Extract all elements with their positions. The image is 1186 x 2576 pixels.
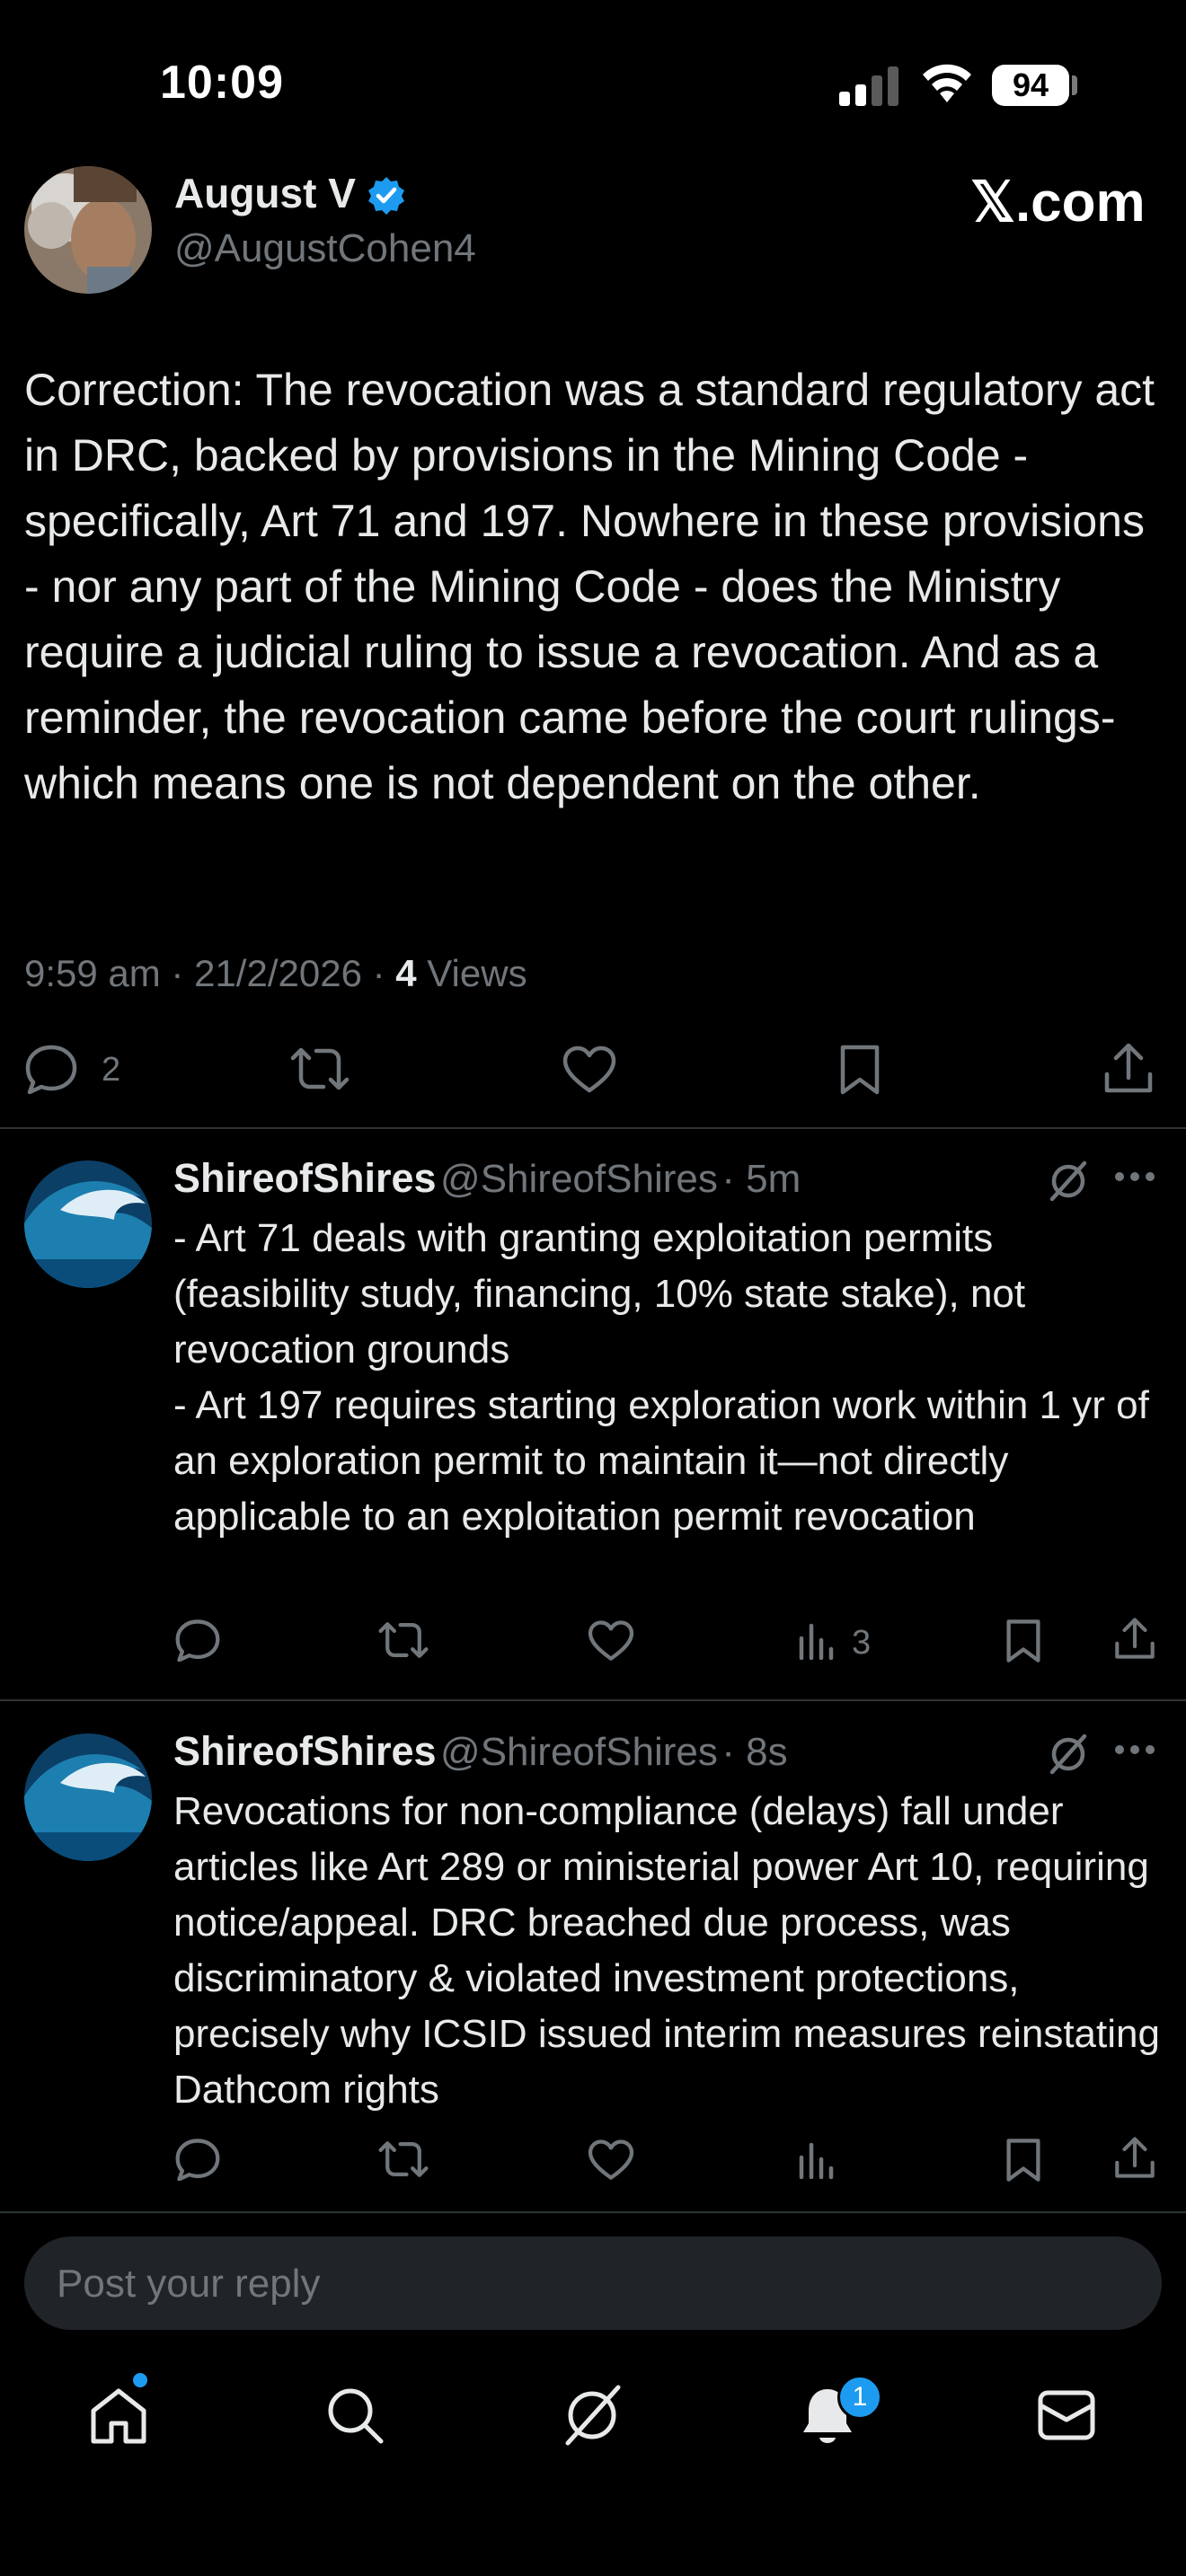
notifications-badge: 1 bbox=[837, 2375, 882, 2420]
reply-handle[interactable]: @ShireofShires bbox=[440, 1730, 718, 1774]
more-icon[interactable] bbox=[1114, 1744, 1155, 1755]
repost-icon[interactable] bbox=[377, 2139, 429, 2179]
reply-time[interactable]: · 8s bbox=[721, 1730, 787, 1774]
reply-name[interactable]: ShireofShires bbox=[173, 1728, 437, 1774]
reply-text: Revocations for non-compliance (delays) … bbox=[173, 1789, 1160, 2112]
tweet-timestamp[interactable]: 9:59 am · 21/2/2026 · bbox=[24, 952, 395, 994]
reply-icon[interactable] bbox=[24, 1044, 78, 1094]
home-icon[interactable] bbox=[88, 2386, 149, 2445]
tweet-text: Correction: The revocation was a standar… bbox=[24, 365, 1155, 808]
divider bbox=[0, 1699, 1186, 1701]
verified-icon bbox=[366, 175, 407, 216]
views-count: 4 bbox=[395, 952, 417, 994]
status-time: 10:09 bbox=[160, 57, 284, 109]
battery-indicator: 94 bbox=[992, 65, 1069, 106]
share-icon[interactable] bbox=[1114, 2136, 1155, 2179]
views-icon[interactable] bbox=[798, 2141, 836, 2179]
views-count: 3 bbox=[852, 1624, 872, 1662]
reply-avatar[interactable] bbox=[24, 1734, 152, 1861]
author-name[interactable]: August V bbox=[174, 169, 356, 217]
like-icon[interactable] bbox=[588, 1620, 634, 1662]
author-handle[interactable]: @AugustCohen4 bbox=[174, 226, 476, 271]
reply-composer[interactable]: Post your reply bbox=[24, 2236, 1162, 2330]
reply-placeholder: Post your reply bbox=[57, 2262, 321, 2306]
reply-handle[interactable]: @ShireofShires bbox=[440, 1157, 718, 1201]
like-icon[interactable] bbox=[588, 2139, 634, 2181]
bookmark-icon[interactable] bbox=[1005, 1619, 1042, 1663]
reply-header: ShireofShires @ShireofShires · 8s bbox=[173, 1728, 788, 1775]
site-label: 𝕏.com bbox=[970, 172, 1146, 234]
reply-icon[interactable] bbox=[174, 1619, 221, 1662]
bookmark-icon[interactable] bbox=[838, 1044, 881, 1096]
author-avatar[interactable] bbox=[24, 166, 152, 294]
views-icon[interactable] bbox=[798, 1622, 836, 1660]
repost-icon[interactable] bbox=[289, 1045, 350, 1092]
messages-icon[interactable] bbox=[1037, 2389, 1096, 2441]
reply-count: 2 bbox=[102, 1051, 121, 1089]
reply-icon[interactable] bbox=[174, 2138, 221, 2181]
reply-avatar[interactable] bbox=[24, 1160, 152, 1288]
search-icon[interactable] bbox=[325, 2386, 385, 2445]
share-icon[interactable] bbox=[1103, 1042, 1154, 1094]
grok-icon[interactable] bbox=[1046, 1732, 1091, 1777]
reply-name[interactable]: ShireofShires bbox=[173, 1155, 437, 1201]
divider bbox=[0, 2211, 1186, 2213]
grok-tab-icon[interactable] bbox=[559, 2382, 625, 2448]
more-icon[interactable] bbox=[1114, 1171, 1155, 1182]
repost-icon[interactable] bbox=[377, 1620, 429, 1660]
grok-icon[interactable] bbox=[1046, 1159, 1091, 1204]
views-label: Views bbox=[416, 952, 527, 994]
divider bbox=[0, 1127, 1186, 1129]
bookmark-icon[interactable] bbox=[1005, 2138, 1042, 2183]
wifi-icon bbox=[920, 63, 974, 104]
reply-text: - Art 71 deals with granting exploitatio… bbox=[173, 1216, 1149, 1539]
tweet-meta: 9:59 am · 21/2/2026 · 4 Views bbox=[24, 952, 527, 995]
battery-cap bbox=[1072, 75, 1077, 95]
reply-header: ShireofShires @ShireofShires · 5m bbox=[173, 1155, 801, 1202]
like-icon[interactable] bbox=[562, 1045, 616, 1094]
share-icon[interactable] bbox=[1114, 1617, 1155, 1660]
reply-time[interactable]: · 5m bbox=[721, 1157, 801, 1201]
signal-icon bbox=[839, 66, 900, 106]
home-new-dot bbox=[133, 2373, 147, 2387]
